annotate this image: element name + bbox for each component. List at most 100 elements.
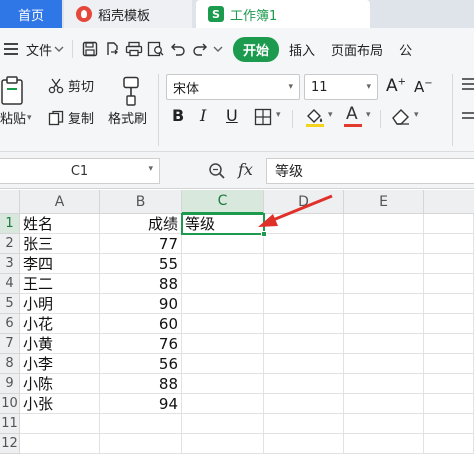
- select-all-corner[interactable]: [0, 190, 20, 214]
- hamburger-menu-icon[interactable]: [0, 38, 22, 60]
- cell-e12[interactable]: [344, 434, 424, 454]
- cell-e1[interactable]: [344, 214, 424, 234]
- cell-f1[interactable]: [424, 214, 474, 234]
- cell-f9[interactable]: [424, 374, 474, 394]
- copy-button[interactable]: 复制: [48, 108, 94, 127]
- font-color-button[interactable]: A: [342, 104, 364, 128]
- menu-insert[interactable]: 插入: [289, 40, 315, 59]
- cell-c10[interactable]: [182, 394, 264, 414]
- fill-color-button[interactable]: [304, 106, 326, 132]
- cell-f11[interactable]: [424, 414, 474, 434]
- cell-f3[interactable]: [424, 254, 474, 274]
- cell-b1[interactable]: 成绩: [100, 214, 182, 234]
- cell-a12[interactable]: [20, 434, 100, 454]
- cell-a1[interactable]: 姓名: [20, 214, 100, 234]
- column-header-f[interactable]: [424, 190, 474, 214]
- redo-icon[interactable]: [189, 38, 211, 60]
- font-size-select[interactable]: 11 ▾: [304, 74, 378, 100]
- chevron-down-icon[interactable]: ▾: [148, 164, 153, 174]
- row-header-10[interactable]: 10: [0, 394, 20, 414]
- cell-d9[interactable]: [264, 374, 344, 394]
- row-header-12[interactable]: 12: [0, 434, 20, 454]
- row-header-8[interactable]: 8: [0, 354, 20, 374]
- cell-c12[interactable]: [182, 434, 264, 454]
- cell-b10[interactable]: 94: [100, 394, 182, 414]
- cell-c7[interactable]: [182, 334, 264, 354]
- cell-a8[interactable]: 小李: [20, 354, 100, 374]
- row-header-2[interactable]: 2: [0, 234, 20, 254]
- increase-font-size-button[interactable]: A+: [386, 76, 406, 96]
- cell-d1[interactable]: [264, 214, 344, 234]
- italic-button[interactable]: I: [200, 106, 206, 125]
- cell-c9[interactable]: [182, 374, 264, 394]
- cell-b5[interactable]: 90: [100, 294, 182, 314]
- undo-icon[interactable]: [167, 38, 189, 60]
- cell-f4[interactable]: [424, 274, 474, 294]
- cell-e2[interactable]: [344, 234, 424, 254]
- cell-c8[interactable]: [182, 354, 264, 374]
- tab-home[interactable]: 首页: [0, 0, 62, 28]
- cell-e11[interactable]: [344, 414, 424, 434]
- menu-start[interactable]: 开始: [233, 36, 280, 62]
- column-header-e[interactable]: E: [344, 190, 424, 214]
- row-header-3[interactable]: 3: [0, 254, 20, 274]
- cell-b7[interactable]: 76: [100, 334, 182, 354]
- cell-e8[interactable]: [344, 354, 424, 374]
- cell-d3[interactable]: [264, 254, 344, 274]
- cell-f8[interactable]: [424, 354, 474, 374]
- column-header-a[interactable]: A: [20, 190, 100, 214]
- insert-function-button[interactable]: fx: [238, 160, 253, 179]
- cell-d4[interactable]: [264, 274, 344, 294]
- paste-button[interactable]: 粘贴 ▾: [0, 74, 36, 148]
- clear-format-button[interactable]: [390, 106, 412, 130]
- borders-button[interactable]: [254, 108, 272, 130]
- tab-workbook[interactable]: S 工作簿1: [196, 0, 370, 28]
- cell-b2[interactable]: 77: [100, 234, 182, 254]
- font-name-select[interactable]: 宋体 ▾: [166, 74, 300, 100]
- cell-a7[interactable]: 小黄: [20, 334, 100, 354]
- cell-f10[interactable]: [424, 394, 474, 414]
- cell-d2[interactable]: [264, 234, 344, 254]
- cell-e4[interactable]: [344, 274, 424, 294]
- column-header-c[interactable]: C: [182, 190, 264, 214]
- cell-a6[interactable]: 小花: [20, 314, 100, 334]
- cell-f2[interactable]: [424, 234, 474, 254]
- cell-c11[interactable]: [182, 414, 264, 434]
- cell-a3[interactable]: 李四: [20, 254, 100, 274]
- name-box[interactable]: C1 ▾: [0, 158, 160, 184]
- cell-a11[interactable]: [20, 414, 100, 434]
- cell-c1[interactable]: 等级: [182, 214, 264, 234]
- row-header-11[interactable]: 11: [0, 414, 20, 434]
- cell-d12[interactable]: [264, 434, 344, 454]
- fill-handle[interactable]: [261, 231, 267, 237]
- cell-d7[interactable]: [264, 334, 344, 354]
- cell-f7[interactable]: [424, 334, 474, 354]
- cell-e6[interactable]: [344, 314, 424, 334]
- cell-c2[interactable]: [182, 234, 264, 254]
- menu-page-layout[interactable]: 页面布局: [331, 40, 383, 59]
- fill-color-dropdown-icon[interactable]: ▾: [328, 110, 333, 120]
- cell-b6[interactable]: 60: [100, 314, 182, 334]
- bold-button[interactable]: B: [172, 106, 184, 125]
- cell-a2[interactable]: 张三: [20, 234, 100, 254]
- formula-input[interactable]: 等级: [266, 158, 474, 184]
- clear-dropdown-icon[interactable]: ▾: [414, 110, 419, 120]
- tab-docer-templates[interactable]: 稻壳模板: [64, 0, 192, 28]
- cell-c6[interactable]: [182, 314, 264, 334]
- row-header-4[interactable]: 4: [0, 274, 20, 294]
- cell-d10[interactable]: [264, 394, 344, 414]
- row-header-7[interactable]: 7: [0, 334, 20, 354]
- cell-f5[interactable]: [424, 294, 474, 314]
- paste-dropdown-icon[interactable]: ▾: [27, 113, 32, 123]
- save-icon[interactable]: [79, 38, 101, 60]
- row-header-1[interactable]: 1: [0, 214, 20, 234]
- print-icon[interactable]: [123, 38, 145, 60]
- borders-dropdown-icon[interactable]: ▾: [276, 110, 281, 120]
- cell-d5[interactable]: [264, 294, 344, 314]
- cell-c5[interactable]: [182, 294, 264, 314]
- zoom-search-icon[interactable]: [208, 162, 226, 184]
- cell-b9[interactable]: 88: [100, 374, 182, 394]
- cell-e7[interactable]: [344, 334, 424, 354]
- menu-formulas[interactable]: 公: [399, 40, 412, 59]
- column-header-b[interactable]: B: [100, 190, 182, 214]
